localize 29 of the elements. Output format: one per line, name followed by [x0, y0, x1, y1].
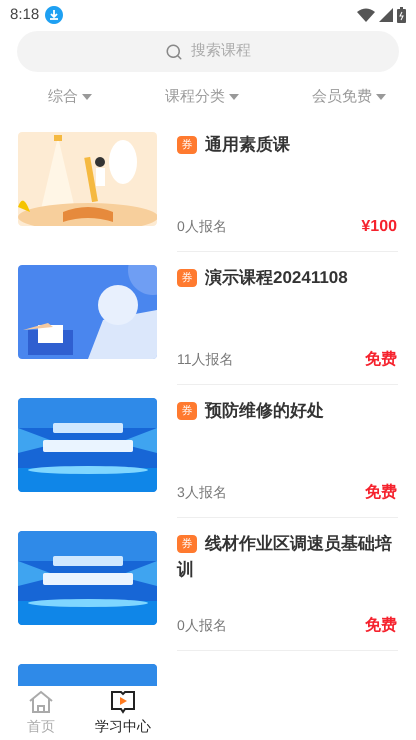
coupon-badge: 券: [177, 534, 197, 552]
coupon-badge: 券: [177, 268, 197, 286]
enrolled-count: 11人报名: [177, 350, 234, 369]
course-price: 免费: [365, 616, 397, 636]
enrolled-count: 0人报名: [177, 217, 227, 236]
home-icon: [28, 690, 54, 714]
caret-icon: [229, 94, 239, 100]
wifi-icon: [357, 8, 375, 22]
download-icon: [45, 6, 64, 24]
search-icon: [165, 42, 183, 60]
course-price: ¥100: [361, 216, 397, 236]
caret-icon: [82, 94, 92, 100]
course-title[interactable]: 券 通用素质课: [177, 132, 397, 158]
course-price: 免费: [365, 482, 397, 502]
battery-icon: [397, 7, 406, 23]
enrolled-count: 3人报名: [177, 483, 227, 502]
book-play-icon: [110, 690, 136, 714]
search-placeholder: 搜索课程: [191, 41, 251, 62]
signal-icon: [379, 8, 393, 22]
status-time: 8:18: [10, 4, 40, 25]
course-title[interactable]: 券 演示课程20241108: [177, 264, 397, 290]
coupon-badge: 券: [177, 136, 197, 154]
enrolled-count: 0人报名: [177, 616, 227, 635]
course-title[interactable]: 券 预防维修的好处: [177, 398, 397, 424]
coupon-badge: 券: [177, 402, 197, 420]
course-price: 免费: [365, 350, 397, 370]
course-title[interactable]: 券 线材作业区调速员基础培训: [177, 530, 397, 582]
caret-icon: [376, 94, 386, 100]
tab-bar-item[interactable]: 学习中心: [82, 686, 164, 740]
